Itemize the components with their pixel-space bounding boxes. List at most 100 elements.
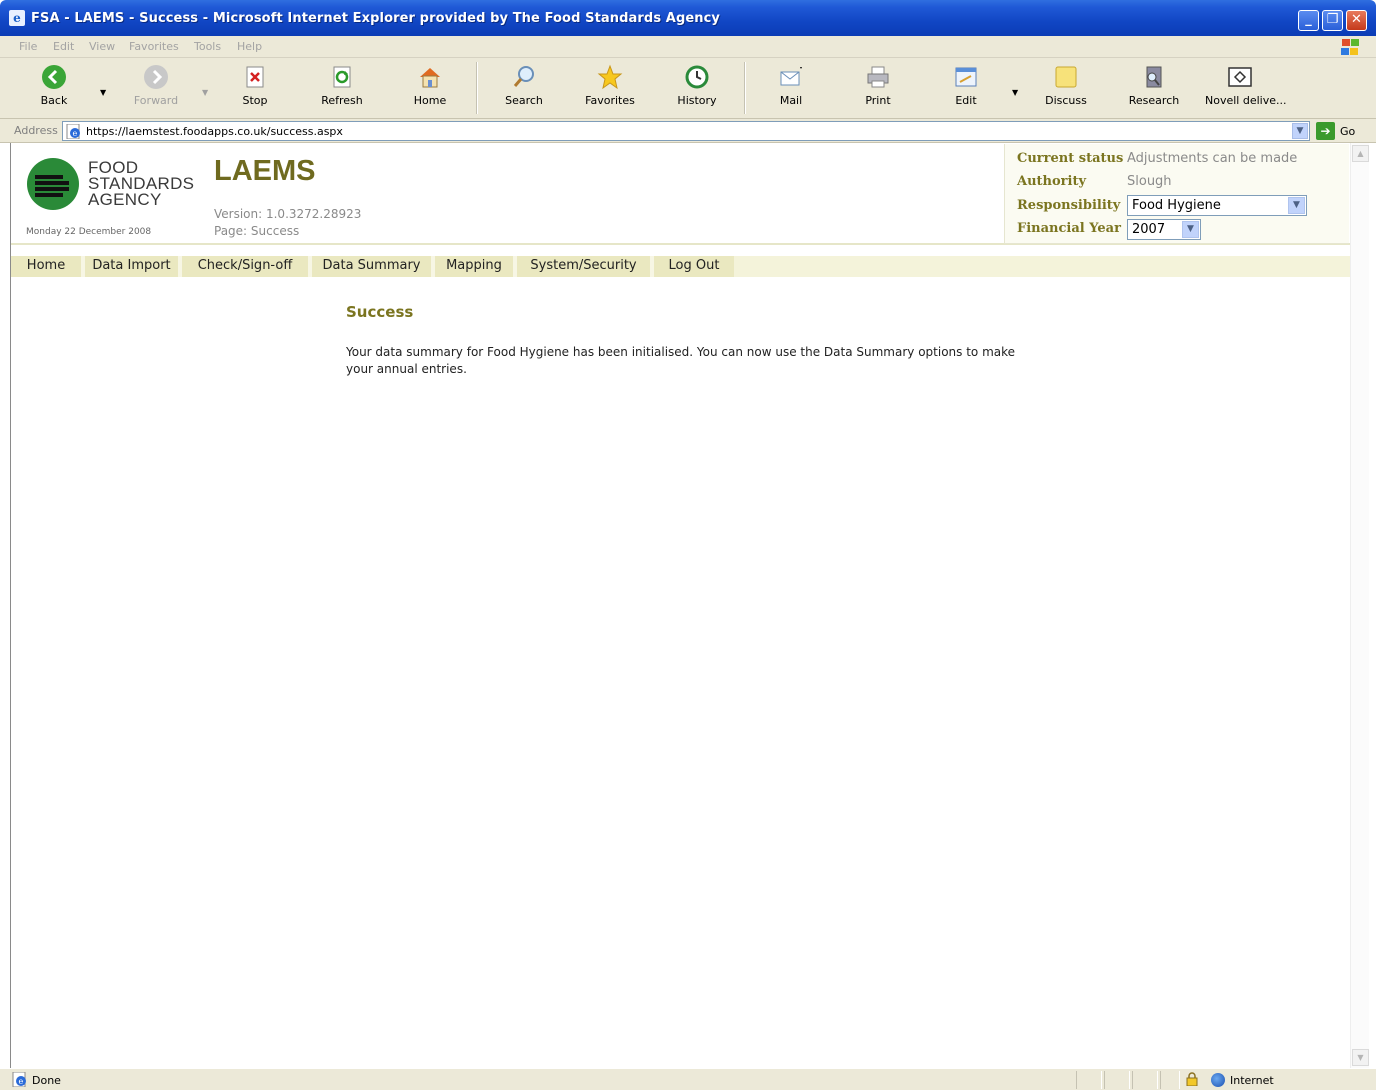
address-bar: Address e https://laemstest.foodapps.co.…	[0, 119, 1376, 143]
refresh-icon	[333, 66, 351, 88]
forward-arrow-icon	[144, 65, 168, 89]
nav-check-sign-off[interactable]: Check/Sign-off	[182, 256, 308, 277]
go-button[interactable]: Go	[1340, 125, 1355, 138]
toolbar-separator	[744, 62, 746, 114]
print-button[interactable]: Print	[843, 64, 913, 107]
internet-globe-icon	[1211, 1073, 1225, 1087]
back-dropdown-icon[interactable]: ▼	[100, 88, 106, 97]
status-cell	[1076, 1071, 1102, 1089]
address-url: https://laemstest.foodapps.co.uk/success…	[86, 125, 343, 138]
minimize-button[interactable]: _	[1298, 10, 1319, 31]
scroll-up-icon[interactable]: ▲	[1352, 145, 1369, 162]
novell-icon	[1228, 67, 1252, 87]
back-arrow-icon	[42, 65, 66, 89]
svg-text:e: e	[73, 129, 78, 138]
menu-bar: File Edit View Favorites Tools Help	[0, 36, 1376, 58]
address-dropdown-icon[interactable]: ▼	[1292, 123, 1308, 139]
edit-button[interactable]: Edit	[931, 64, 1001, 107]
history-icon	[685, 65, 709, 89]
status-cell	[1160, 1071, 1180, 1089]
current-status-value: Adjustments can be made	[1127, 151, 1298, 166]
close-button[interactable]: ✕	[1346, 10, 1367, 31]
financial-year-selected: 2007	[1132, 222, 1166, 237]
responsibility-select[interactable]: Food Hygiene ▼	[1127, 195, 1307, 216]
status-cell	[1104, 1071, 1130, 1089]
address-label: Address	[14, 124, 58, 137]
stop-button[interactable]: Stop	[220, 64, 290, 107]
status-cell	[1132, 1071, 1158, 1089]
research-book-icon	[1146, 66, 1162, 88]
research-button[interactable]: Research	[1119, 64, 1189, 107]
page-frame	[10, 143, 1369, 1068]
home-button[interactable]: Home	[395, 64, 465, 107]
menu-tools[interactable]: Tools	[194, 40, 221, 53]
favorites-button[interactable]: Favorites	[575, 64, 645, 107]
home-icon	[420, 68, 440, 88]
restore-button[interactable]: ❐	[1322, 10, 1343, 31]
security-zone: Internet	[1230, 1074, 1274, 1087]
app-title: LAEMS	[214, 155, 316, 187]
lock-icon[interactable]	[1186, 1072, 1198, 1086]
status-bar: e Done Internet	[0, 1068, 1376, 1090]
discuss-button[interactable]: Discuss	[1031, 64, 1101, 107]
ie-icon: e	[9, 10, 25, 26]
nav-home[interactable]: Home	[11, 256, 81, 277]
menu-favorites[interactable]: Favorites	[129, 40, 179, 53]
windows-logo-icon	[1340, 38, 1360, 56]
menu-help[interactable]: Help	[237, 40, 262, 53]
responsibility-label: Responsibility	[1017, 198, 1121, 213]
discuss-note-icon	[1055, 66, 1077, 88]
toolbar-separator	[476, 62, 478, 114]
back-button[interactable]: Back	[19, 64, 89, 107]
stop-icon	[246, 66, 264, 88]
star-icon	[597, 64, 623, 90]
title-bar: e FSA - LAEMS - Success - Microsoft Inte…	[0, 0, 1376, 36]
ie-page-icon: e	[66, 124, 80, 139]
svg-text:e: e	[19, 1077, 24, 1086]
authority-value: Slough	[1127, 174, 1172, 189]
vertical-scrollbar[interactable]: ▲ ▼	[1350, 143, 1369, 1068]
success-message: Your data summary for Food Hygiene has b…	[346, 345, 1016, 376]
scroll-down-icon[interactable]: ▼	[1352, 1049, 1369, 1066]
go-arrow-icon[interactable]: ➔	[1316, 122, 1335, 140]
search-icon	[513, 66, 534, 87]
novell-delivery-button[interactable]: Novell delive...	[1205, 64, 1286, 107]
refresh-button[interactable]: Refresh	[307, 64, 377, 107]
responsibility-selected: Food Hygiene	[1132, 198, 1221, 213]
window-title: FSA - LAEMS - Success - Microsoft Intern…	[31, 11, 720, 26]
page-name: Page: Success	[214, 224, 300, 238]
fsa-logo-icon	[27, 158, 79, 210]
mail-button[interactable]: Mail	[756, 64, 826, 107]
chevron-down-icon[interactable]: ▼	[1182, 221, 1199, 238]
status-text: Done	[32, 1074, 61, 1087]
address-input[interactable]: e https://laemstest.foodapps.co.uk/succe…	[62, 121, 1310, 141]
page-heading: Success	[346, 303, 414, 321]
forward-button[interactable]: Forward	[121, 64, 191, 107]
menu-edit[interactable]: Edit	[53, 40, 74, 53]
nav-system-security[interactable]: System/Security	[517, 256, 650, 277]
forward-dropdown-icon[interactable]: ▼	[202, 88, 208, 97]
main-nav: Home Data Import Check/Sign-off Data Sum…	[11, 256, 1350, 277]
current-date: Monday 22 December 2008	[26, 227, 152, 237]
printer-icon	[867, 66, 889, 88]
edit-dropdown-icon[interactable]: ▼	[1012, 88, 1018, 97]
nav-mapping[interactable]: Mapping	[435, 256, 513, 277]
current-status-label: Current status	[1017, 151, 1124, 166]
nav-log-out[interactable]: Log Out	[654, 256, 734, 277]
nav-data-import[interactable]: Data Import	[85, 256, 178, 277]
fsa-logo-text: FOOD STANDARDS AGENCY	[88, 158, 195, 209]
chevron-down-icon[interactable]: ▼	[1288, 197, 1305, 214]
authority-label: Authority	[1017, 174, 1087, 189]
nav-data-summary[interactable]: Data Summary	[312, 256, 431, 277]
mail-icon	[780, 67, 802, 86]
edit-page-icon	[955, 67, 977, 87]
search-button[interactable]: Search	[489, 64, 559, 107]
menu-file[interactable]: File	[19, 40, 37, 53]
financial-year-label: Financial Year	[1017, 221, 1121, 236]
ie-page-icon: e	[12, 1072, 26, 1087]
version-text: Version: 1.0.3272.28923	[214, 207, 362, 221]
history-button[interactable]: History	[662, 64, 732, 107]
toolbar: Back ▼ Forward ▼ Stop Refresh Home Searc…	[0, 58, 1376, 119]
financial-year-select[interactable]: 2007 ▼	[1127, 219, 1201, 240]
menu-view[interactable]: View	[89, 40, 115, 53]
